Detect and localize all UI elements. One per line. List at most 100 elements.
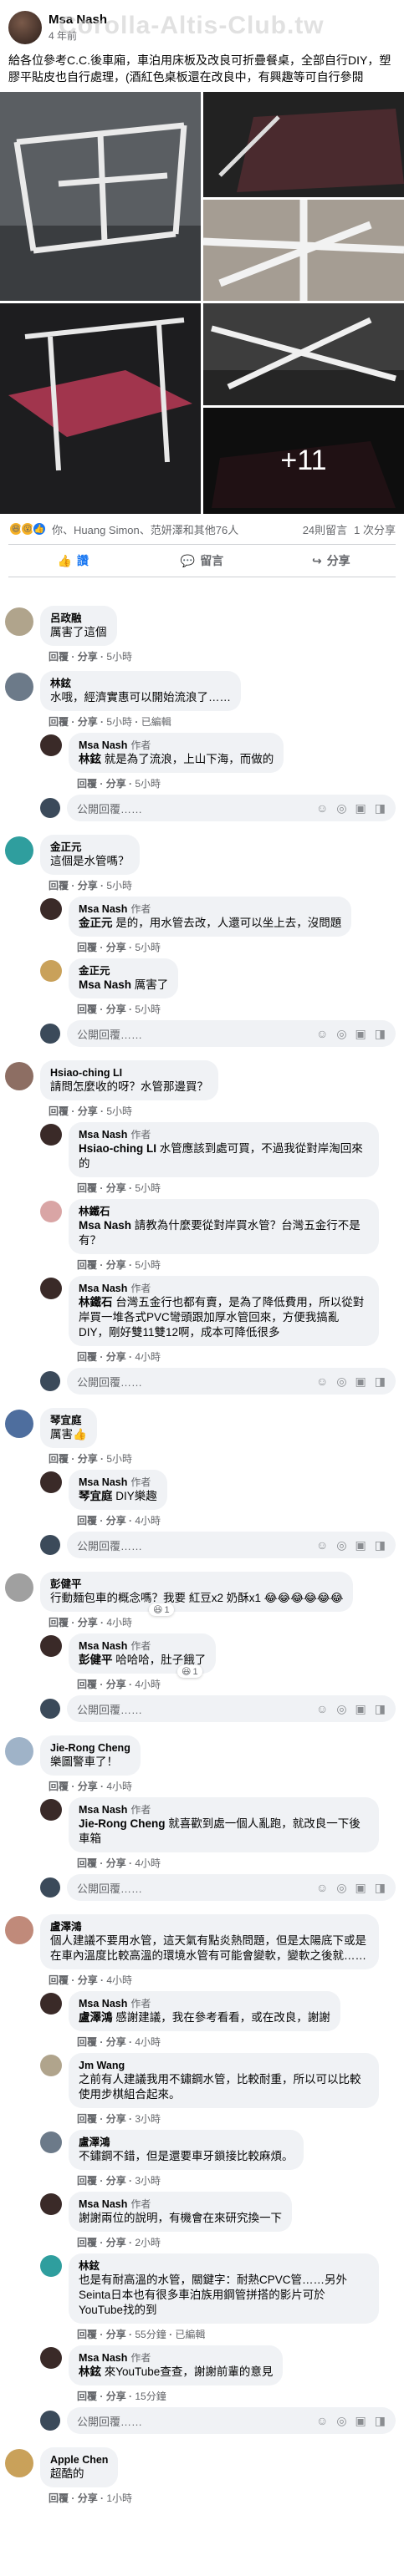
- comment-author[interactable]: 林鉉: [79, 2259, 369, 2273]
- comment-time[interactable]: 5小時: [135, 778, 161, 790]
- reply-link[interactable]: 回覆: [77, 1679, 97, 1690]
- reply-link[interactable]: 回覆: [77, 942, 97, 953]
- comment-author-name[interactable]: 呂政融: [50, 612, 82, 624]
- comment-author[interactable]: 彭健平: [50, 1578, 343, 1591]
- sticker-icon[interactable]: ◨: [375, 1027, 386, 1041]
- comment-time[interactable]: 5小時: [106, 1105, 132, 1117]
- reply-input[interactable]: 公開回覆…… ☺ ◎ ▣ ◨: [67, 1532, 396, 1558]
- author-avatar[interactable]: [8, 11, 42, 44]
- comment-time[interactable]: 4小時: [135, 1679, 161, 1690]
- comment-author[interactable]: 林鐵石: [79, 1205, 369, 1218]
- comment-time[interactable]: 5小時: [106, 1453, 132, 1465]
- mention-tag[interactable]: 林鐵石: [79, 1296, 113, 1308]
- comment-time[interactable]: 2小時: [135, 2237, 161, 2248]
- commenter-avatar[interactable]: [40, 2255, 62, 2277]
- gif-icon[interactable]: ▣: [355, 801, 366, 815]
- reply-link[interactable]: 回覆: [49, 1781, 69, 1792]
- reply-link[interactable]: 回覆: [49, 1617, 69, 1628]
- reply-link[interactable]: 回覆: [49, 651, 69, 663]
- comment-author-name[interactable]: Msa Nash: [79, 2352, 127, 2364]
- reply-input[interactable]: 公開回覆…… ☺ ◎ ▣ ◨: [67, 1874, 396, 1901]
- comment-author-name[interactable]: Msa Nash: [79, 2198, 127, 2210]
- commenter-avatar[interactable]: [40, 1799, 62, 1821]
- sticker-icon[interactable]: ◨: [375, 1374, 386, 1389]
- comment-time[interactable]: 5小時: [135, 942, 161, 953]
- comment-author[interactable]: 盧澤鴻: [79, 2136, 294, 2149]
- commenter-avatar[interactable]: [40, 1635, 62, 1657]
- mention-tag[interactable]: Hsiao-ching LI: [79, 1142, 156, 1155]
- reply-link[interactable]: 回覆: [49, 2492, 69, 2504]
- photo-1[interactable]: [0, 92, 201, 301]
- comment-author[interactable]: 盧澤鴻: [50, 1920, 369, 1933]
- sticker-icon[interactable]: ◨: [375, 1538, 386, 1552]
- commenter-avatar[interactable]: [5, 673, 33, 701]
- emoji-icon[interactable]: ☺: [316, 801, 328, 815]
- comment-author-name[interactable]: Msa Nash: [79, 1476, 127, 1488]
- share-link[interactable]: 分享: [106, 2175, 126, 2187]
- camera-icon[interactable]: ◎: [336, 1374, 346, 1389]
- photo-3[interactable]: [203, 200, 404, 301]
- reaction-summary[interactable]: 😆 😮 👍 你、Huang Simon、范妍澤和其他76人: [8, 521, 238, 537]
- comment-time[interactable]: 5小時: [135, 1259, 161, 1271]
- comment-time[interactable]: 1小時: [106, 2492, 132, 2504]
- reply-input[interactable]: 公開回覆…… ☺ ◎ ▣ ◨: [67, 2407, 396, 2434]
- reply-link[interactable]: 回覆: [77, 2036, 97, 2048]
- commenter-avatar[interactable]: [5, 1062, 33, 1090]
- camera-icon[interactable]: ◎: [336, 801, 346, 815]
- reply-link[interactable]: 回覆: [77, 2391, 97, 2402]
- comment-author[interactable]: Msa Nash 作者: [79, 1803, 369, 1816]
- share-link[interactable]: 分享: [106, 2113, 126, 2125]
- comment-time[interactable]: 5小時: [106, 880, 132, 892]
- comment-time[interactable]: 4小時: [135, 1857, 161, 1869]
- comment-author[interactable]: Msa Nash 作者: [79, 1282, 369, 1295]
- comment-author-name[interactable]: 盧澤鴻: [79, 2137, 110, 2148]
- emoji-icon[interactable]: ☺: [316, 1538, 328, 1552]
- reply-link[interactable]: 回覆: [49, 1105, 69, 1117]
- comment-author[interactable]: Apple Chen: [50, 2453, 108, 2467]
- comment-author-name[interactable]: Msa Nash: [79, 1640, 127, 1652]
- comment-author-name[interactable]: 林鐵石: [79, 1206, 110, 1217]
- comment-author[interactable]: 呂政融: [50, 612, 107, 625]
- share-link[interactable]: 分享: [78, 2492, 98, 2504]
- mention-tag[interactable]: Msa Nash: [79, 978, 131, 991]
- share-link[interactable]: 分享: [106, 1679, 126, 1690]
- commenter-avatar[interactable]: [40, 1993, 62, 2015]
- comment-author-name[interactable]: 林鉉: [50, 678, 71, 689]
- commenter-avatar[interactable]: [5, 1916, 33, 1944]
- like-button[interactable]: 👍 讚: [8, 545, 137, 577]
- comment-author[interactable]: Msa Nash 作者: [79, 1997, 330, 2010]
- sticker-icon[interactable]: ◨: [375, 2414, 386, 2428]
- reply-link[interactable]: 回覆: [77, 1003, 97, 1015]
- camera-icon[interactable]: ◎: [336, 2414, 346, 2428]
- gif-icon[interactable]: ▣: [355, 2414, 366, 2428]
- comment-author[interactable]: 金正元: [50, 841, 130, 854]
- mention-tag[interactable]: 琴宜庭: [79, 1490, 113, 1502]
- share-link[interactable]: 分享: [78, 1105, 98, 1117]
- comment-author[interactable]: Msa Nash 作者: [79, 902, 341, 916]
- commenter-avatar[interactable]: [40, 1278, 62, 1299]
- commenter-avatar[interactable]: [40, 2347, 62, 2369]
- reply-link[interactable]: 回覆: [77, 1351, 97, 1363]
- comment-author-name[interactable]: Apple Chen: [50, 2454, 108, 2466]
- comment-time[interactable]: 15分鐘: [135, 2391, 166, 2402]
- share-button[interactable]: ↪ 分享: [267, 545, 396, 577]
- commenter-avatar[interactable]: [5, 1410, 33, 1438]
- sticker-icon[interactable]: ◨: [375, 801, 386, 815]
- comment-author-name[interactable]: Msa Nash: [79, 739, 127, 751]
- commenter-avatar[interactable]: [5, 1737, 33, 1766]
- reaction-chip[interactable]: 😆 1: [149, 1603, 174, 1616]
- comment-author[interactable]: Msa Nash 作者: [79, 1639, 206, 1653]
- share-link[interactable]: 分享: [78, 1453, 98, 1465]
- reply-link[interactable]: 回覆: [77, 778, 97, 790]
- comment-time[interactable]: 5小時: [106, 716, 132, 728]
- reply-link[interactable]: 回覆: [77, 2175, 97, 2187]
- commenter-avatar[interactable]: [40, 960, 62, 982]
- comment-time[interactable]: 4小時: [106, 1617, 132, 1628]
- comment-author[interactable]: Msa Nash 作者: [79, 2351, 273, 2365]
- share-link[interactable]: 分享: [78, 1974, 98, 1986]
- comment-author[interactable]: Msa Nash 作者: [79, 739, 274, 752]
- photo-5[interactable]: [203, 303, 404, 405]
- comment-time[interactable]: 55分鐘: [135, 2329, 166, 2340]
- gif-icon[interactable]: ▣: [355, 1881, 366, 1895]
- gif-icon[interactable]: ▣: [355, 1538, 366, 1552]
